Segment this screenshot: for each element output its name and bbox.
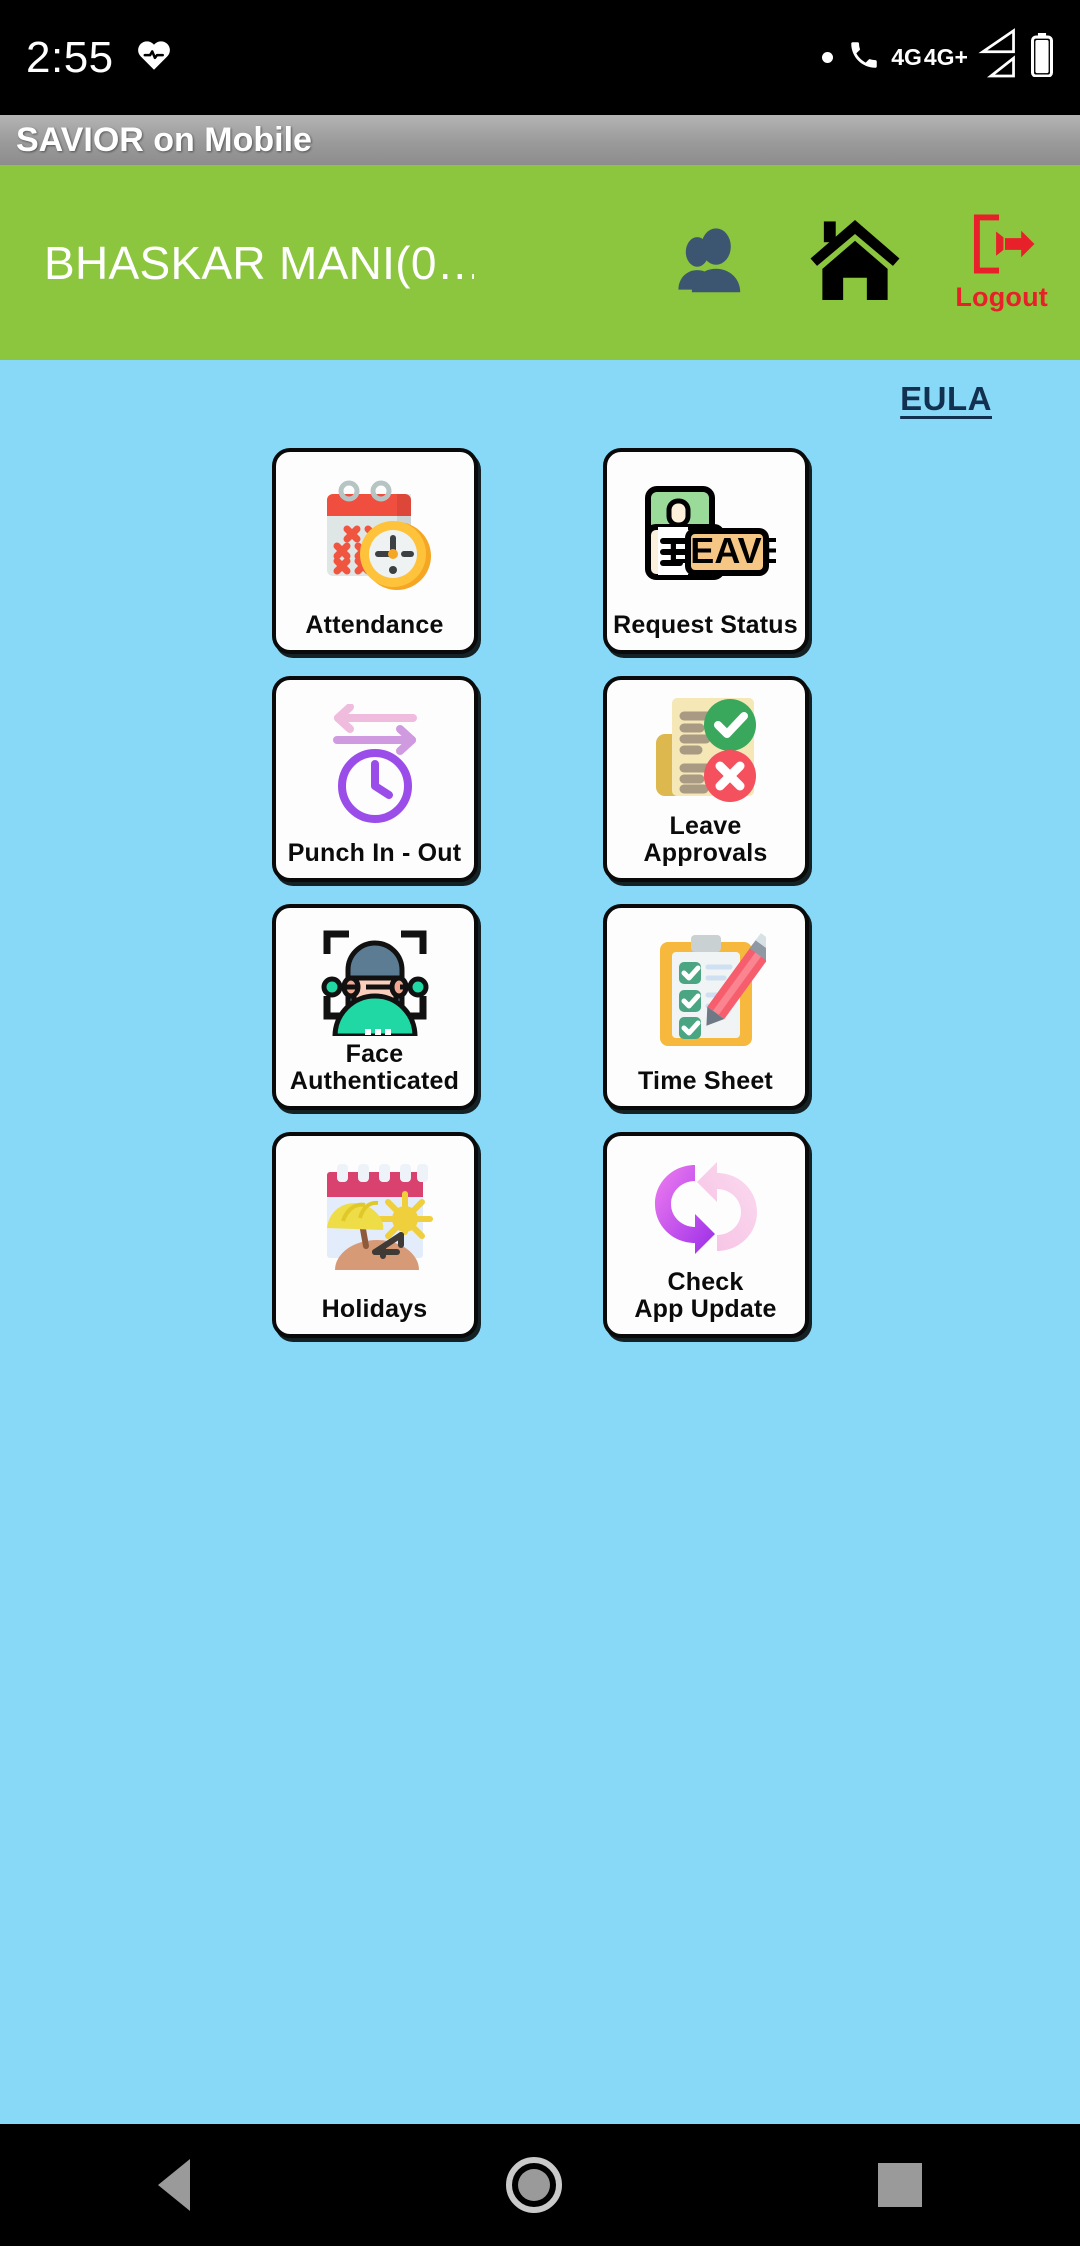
tile-face-authenticated[interactable]: Face Authenticated xyxy=(271,904,478,1110)
tile-request-status[interactable]: LEAVE Request Status xyxy=(602,448,809,654)
clock-arrows-icon xyxy=(282,690,468,840)
approve-reject-icon xyxy=(613,690,799,813)
leave-request-icon: LEAVE xyxy=(613,462,799,612)
header-actions: Logout xyxy=(669,213,1054,313)
system-navigation-bar xyxy=(0,2124,1080,2246)
tile-check-app-update[interactable]: Check App Update xyxy=(602,1132,809,1338)
svg-text:LEAVE: LEAVE xyxy=(668,530,776,571)
status-bar-right: 4G 4G+ xyxy=(822,27,1054,88)
network-indicators: 4G 4G+ xyxy=(891,46,968,69)
clipboard-pencil-icon xyxy=(613,918,799,1068)
logout-icon xyxy=(969,213,1035,280)
beach-calendar-icon xyxy=(282,1146,468,1296)
network-type-secondary: 4G+ xyxy=(923,44,968,70)
recents-square-icon[interactable] xyxy=(878,2163,922,2207)
back-icon[interactable] xyxy=(158,2159,190,2211)
call-icon xyxy=(847,38,881,77)
dot-indicator-icon xyxy=(822,52,834,63)
eula-link[interactable]: EULA xyxy=(900,380,992,418)
battery-icon xyxy=(1030,33,1054,82)
tile-label: Attendance xyxy=(305,611,444,639)
app-screen: 2:55 4G 4G+ SAVIOR on Mobile BHASKAR MAN… xyxy=(0,0,1080,2246)
tile-holidays[interactable]: Holidays xyxy=(271,1132,478,1338)
tile-punch-in-out[interactable]: Punch In - Out xyxy=(271,676,478,882)
network-type-primary: 4G xyxy=(891,44,922,70)
tile-label: Leave Approvals xyxy=(643,812,768,867)
app-header: BHASKAR MANI(0… Logout xyxy=(0,165,1080,360)
users-icon xyxy=(669,217,755,308)
clock-time: 2:55 xyxy=(26,32,114,82)
eula-row: EULA xyxy=(0,360,1080,418)
status-bar-left: 2:55 xyxy=(26,33,174,83)
app-title: SAVIOR on Mobile xyxy=(16,120,312,159)
tile-label: Face Authenticated xyxy=(289,1040,460,1095)
status-bar: 2:55 4G 4G+ xyxy=(0,0,1080,115)
main-content: EULA Attendance LEAVE Request Status Pun… xyxy=(0,360,1080,2124)
tile-time-sheet[interactable]: Time Sheet xyxy=(602,904,809,1110)
tile-label: Request Status xyxy=(613,611,798,639)
home-button[interactable] xyxy=(807,217,903,308)
refresh-arrows-icon xyxy=(613,1146,799,1269)
calendar-clock-icon xyxy=(282,462,468,612)
home-circle-icon[interactable] xyxy=(506,2157,562,2213)
tile-label: Punch In - Out xyxy=(287,839,462,867)
tile-label: Time Sheet xyxy=(638,1067,773,1095)
signal-bars-icon xyxy=(978,27,1020,88)
heart-pulse-icon xyxy=(134,36,174,79)
app-title-bar: SAVIOR on Mobile xyxy=(0,115,1080,165)
tile-leave-approvals[interactable]: Leave Approvals xyxy=(602,676,809,882)
logout-label: Logout xyxy=(955,281,1048,312)
header-username: BHASKAR MANI(0… xyxy=(44,236,474,289)
logout-button[interactable]: Logout xyxy=(955,213,1048,313)
profile-button[interactable] xyxy=(669,217,755,308)
tile-label: Holidays xyxy=(321,1295,428,1323)
home-icon xyxy=(807,217,903,308)
face-scan-icon xyxy=(282,918,468,1041)
tile-attendance[interactable]: Attendance xyxy=(271,448,478,654)
tile-label: Check App Update xyxy=(634,1268,777,1323)
menu-grid: Attendance LEAVE Request Status Punch In… xyxy=(0,448,1080,1338)
